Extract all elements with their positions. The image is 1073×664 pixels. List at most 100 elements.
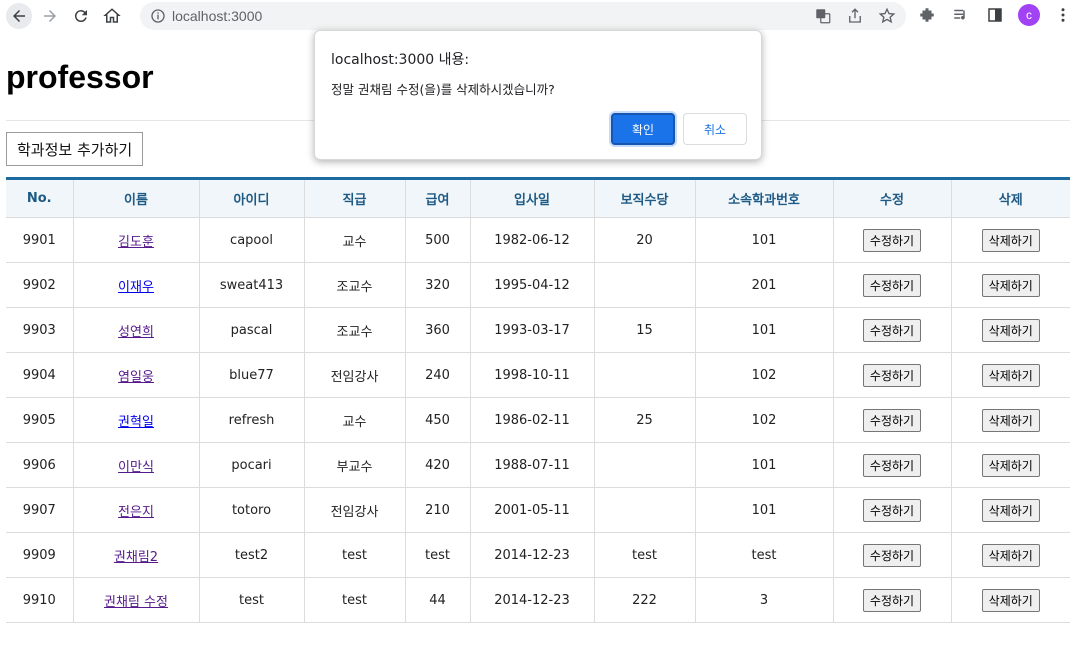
professor-name-link[interactable]: 전은지 <box>118 505 154 520</box>
cell-rank: test <box>304 532 406 578</box>
add-department-button[interactable]: 학과정보 추가하기 <box>6 132 144 166</box>
cell-dept: test <box>695 532 834 578</box>
bookmark-star-icon[interactable] <box>878 7 896 25</box>
translate-icon[interactable] <box>814 7 832 25</box>
cell-name: 성연희 <box>73 307 200 353</box>
edit-button[interactable]: 수정하기 <box>862 408 922 432</box>
cell-dept: 101 <box>695 307 834 353</box>
cell-rank: 부교수 <box>304 442 406 488</box>
edit-button[interactable]: 수정하기 <box>862 453 922 477</box>
table-row: 9905 권혁일 refresh 교수 450 1986-02-11 25 102 수정하기 삭제… <box>6 397 1070 443</box>
forward-button[interactable] <box>37 3 63 29</box>
cell-no: 9910 <box>6 577 74 623</box>
professor-name-link[interactable]: 이만식 <box>118 460 154 475</box>
cell-rank: 전임강사 <box>304 487 406 533</box>
reload-icon <box>74 10 87 23</box>
address-bar[interactable]: localhost:3000 <box>140 2 906 30</box>
delete-button[interactable]: 삭제하기 <box>981 318 1040 342</box>
header-id: 아이디 <box>199 178 305 218</box>
cell-edit: 수정하기 <box>833 352 952 398</box>
table-row: 9903 성연희 pascal 조교수 360 1993-03-17 15 101 수정하기 삭제… <box>6 307 1070 353</box>
dialog-cancel-button[interactable]: 취소 <box>683 113 747 145</box>
edit-button[interactable]: 수정하기 <box>862 363 922 387</box>
professor-name-link[interactable]: 이재우 <box>118 280 154 295</box>
header-delete: 삭제 <box>951 178 1070 218</box>
arrow-left-icon <box>13 10 25 22</box>
cell-name: 염일웅 <box>73 352 200 398</box>
cell-edit: 수정하기 <box>833 262 952 308</box>
info-icon[interactable] <box>150 8 166 24</box>
edit-button[interactable]: 수정하기 <box>862 588 922 612</box>
delete-button[interactable]: 삭제하기 <box>981 273 1040 297</box>
dialog-message: 정말 권채림 수정(을)를 삭제하시겠습니까? <box>331 82 555 97</box>
header-pay: 급여 <box>405 178 471 218</box>
dialog-title: localhost:3000 내용: <box>331 52 470 68</box>
professor-name-link[interactable]: 권채림2 <box>114 550 158 565</box>
professor-table: No. 이름 아이디 직급 급여 입사일 보직수당 소속학과번호 수정 삭제 9… <box>6 177 1070 623</box>
edit-button[interactable]: 수정하기 <box>862 498 922 522</box>
cell-bonus <box>594 442 696 488</box>
delete-button[interactable]: 삭제하기 <box>981 453 1040 477</box>
cell-dept: 101 <box>695 442 834 488</box>
reload-button[interactable] <box>68 3 94 29</box>
cell-name: 전은지 <box>73 487 200 533</box>
side-panel-icon[interactable] <box>984 4 1006 26</box>
cell-name: 이재우 <box>73 262 200 308</box>
professor-name-link[interactable]: 권채림 수정 <box>104 595 168 610</box>
cell-pay: 240 <box>405 352 471 398</box>
cell-delete: 삭제하기 <box>951 487 1070 533</box>
arrow-right-icon <box>44 10 56 22</box>
cell-id: blue77 <box>199 352 305 398</box>
cell-pay: 420 <box>405 442 471 488</box>
header-name: 이름 <box>73 178 200 218</box>
edit-button[interactable]: 수정하기 <box>862 273 922 297</box>
delete-button[interactable]: 삭제하기 <box>981 543 1040 567</box>
edit-button[interactable]: 수정하기 <box>862 543 922 567</box>
cell-hiredate: 1986-02-11 <box>470 397 595 443</box>
cell-pay: 450 <box>405 397 471 443</box>
cell-delete: 삭제하기 <box>951 397 1070 443</box>
professor-name-link[interactable]: 김도훈 <box>118 235 154 250</box>
back-button[interactable] <box>6 3 32 29</box>
share-icon[interactable] <box>846 7 864 25</box>
cell-bonus <box>594 487 696 533</box>
table-row: 9906 이만식 pocari 부교수 420 1988-07-11 101 수정하기 삭제하기 <box>6 442 1070 488</box>
cell-bonus: 222 <box>594 577 696 623</box>
more-menu-icon[interactable] <box>1052 4 1073 26</box>
delete-button[interactable]: 삭제하기 <box>981 408 1040 432</box>
cell-hiredate: 1993-03-17 <box>470 307 595 353</box>
professor-name-link[interactable]: 염일웅 <box>118 370 154 385</box>
cell-no: 9906 <box>6 442 74 488</box>
cell-bonus: test <box>594 532 696 578</box>
delete-button[interactable]: 삭제하기 <box>981 228 1040 252</box>
delete-button[interactable]: 삭제하기 <box>981 588 1040 612</box>
table-row: 9902 이재우 sweat413 조교수 320 1995-04-12 201 수정하기 삭제… <box>6 262 1070 308</box>
cell-bonus <box>594 262 696 308</box>
profile-avatar[interactable]: c <box>1018 4 1040 26</box>
professor-name-link[interactable]: 성연희 <box>118 325 154 340</box>
dialog-ok-button[interactable]: 확인 <box>611 113 675 145</box>
media-queue-icon[interactable] <box>950 4 972 26</box>
cell-bonus <box>594 352 696 398</box>
cell-no: 9904 <box>6 352 74 398</box>
header-rank: 직급 <box>304 178 406 218</box>
cell-delete: 삭제하기 <box>951 532 1070 578</box>
edit-button[interactable]: 수정하기 <box>862 228 922 252</box>
cell-edit: 수정하기 <box>833 532 952 578</box>
extensions-puzzle-icon[interactable] <box>916 4 938 26</box>
edit-button[interactable]: 수정하기 <box>862 318 922 342</box>
delete-button[interactable]: 삭제하기 <box>981 363 1040 387</box>
cell-edit: 수정하기 <box>833 397 952 443</box>
cell-delete: 삭제하기 <box>951 307 1070 353</box>
professor-name-link[interactable]: 권혁일 <box>118 415 154 430</box>
header-no: No. <box>6 178 74 218</box>
home-icon <box>103 8 121 23</box>
table-row: 9901 김도훈 capool 교수 500 1982-06-12 20 101 수정하기 삭제하… <box>6 217 1070 263</box>
cell-dept: 101 <box>695 217 834 263</box>
cell-name: 권채림2 <box>73 532 200 578</box>
delete-button[interactable]: 삭제하기 <box>981 498 1040 522</box>
cell-rank: 조교수 <box>304 262 406 308</box>
cell-hiredate: 1995-04-12 <box>470 262 595 308</box>
home-button[interactable] <box>99 3 125 29</box>
cell-pay: test <box>405 532 471 578</box>
